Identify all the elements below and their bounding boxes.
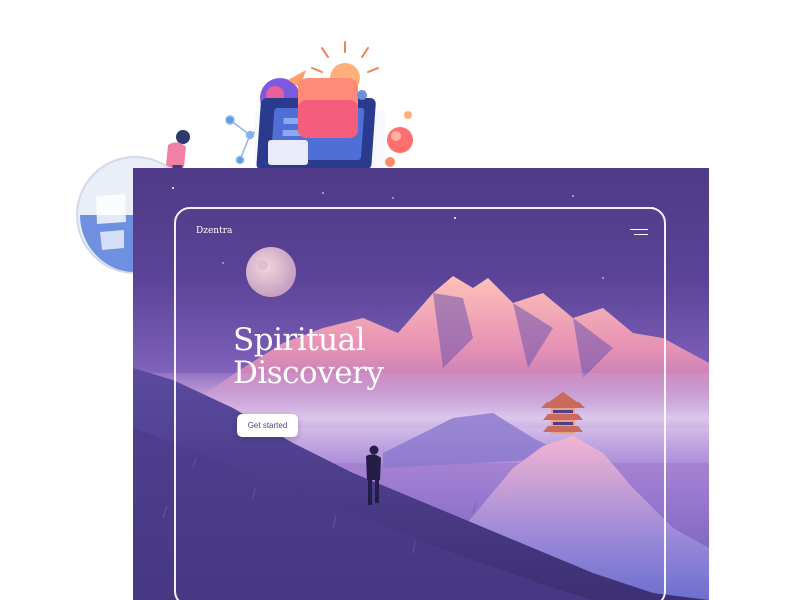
hero-title-line2: Discovery bbox=[233, 355, 384, 391]
landing-page-preview: Dzentra Spiritual Discovery Get started bbox=[133, 168, 709, 600]
hamburger-menu-icon[interactable] bbox=[630, 229, 648, 239]
get-started-button[interactable]: Get started bbox=[237, 414, 298, 437]
phone-frame bbox=[174, 207, 666, 600]
site-logo[interactable]: Dzentra bbox=[196, 226, 232, 236]
hero-title-line1: Spiritual bbox=[233, 322, 366, 358]
menu-line bbox=[630, 229, 648, 231]
menu-line bbox=[634, 233, 648, 235]
hero-title: Spiritual Discovery bbox=[233, 322, 384, 391]
